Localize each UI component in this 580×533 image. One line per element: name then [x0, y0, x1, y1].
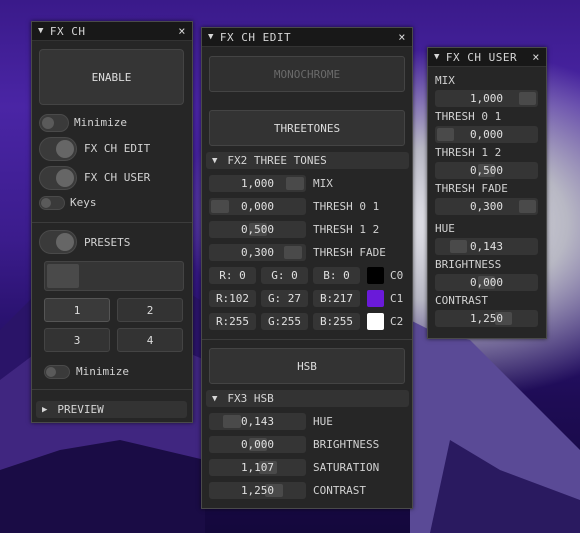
hue-slider[interactable]: 0,143 — [435, 238, 538, 255]
enable-button[interactable]: ENABLE — [39, 49, 184, 105]
close-icon[interactable]: × — [178, 24, 186, 38]
hsb-button[interactable]: HSB — [209, 348, 405, 384]
minimize-label: Minimize — [74, 116, 127, 129]
thresh-01-label: THRESH 0 1 — [313, 200, 380, 213]
thresh-12-label: THRESH 1 2 — [313, 223, 380, 236]
fx2-section-header[interactable]: ▼ FX2 THREE TONES — [206, 152, 409, 169]
window-title: FX CH USER — [445, 50, 518, 64]
c1-blue-field[interactable]: B:217 — [313, 290, 360, 307]
thresh-12-slider[interactable]: 0,500 — [435, 162, 538, 179]
c1-red-field[interactable]: R:102 — [209, 290, 256, 307]
c2-green-field[interactable]: G:255 — [261, 313, 308, 330]
presets-label: PRESETS — [84, 236, 131, 249]
brightness-label: BRIGHTNESS — [313, 438, 380, 451]
c2-label: C2 — [390, 315, 404, 328]
minimize-label-2: Minimize — [76, 365, 129, 378]
collapse-arrow-icon[interactable]: ▼ — [38, 26, 44, 36]
thresh-12-label: THRESH 1 2 — [435, 146, 502, 159]
divider — [32, 389, 192, 390]
hue-label: HUE — [313, 415, 333, 428]
monochrome-button[interactable]: MONOCHROME — [209, 56, 405, 92]
contrast-label: CONTRAST — [313, 484, 366, 497]
thresh-fade-slider[interactable]: 0,300 — [209, 244, 306, 261]
divider — [202, 339, 412, 340]
c0-green-field[interactable]: G: 0 — [261, 267, 308, 284]
preview-section-header[interactable]: ▶ PREVIEW — [36, 401, 187, 418]
brightness-slider[interactable]: 0,000 — [209, 436, 306, 453]
presets-toggle[interactable] — [39, 230, 77, 254]
collapse-arrow-icon: ▼ — [212, 393, 218, 404]
fx-ch-edit-toggle[interactable] — [39, 137, 77, 161]
minimize-toggle-2[interactable] — [44, 365, 70, 379]
threetones-button[interactable]: THREETONES — [209, 110, 405, 146]
mix-slider[interactable]: 1,000 — [435, 90, 538, 107]
mix-label: MIX — [313, 177, 333, 190]
hue-slider[interactable]: 0,143 — [209, 413, 306, 430]
fx-ch-edit-label: FX CH EDIT — [84, 142, 151, 155]
thresh-01-slider[interactable]: 0,000 — [209, 198, 306, 215]
preset-button-3[interactable]: 3 — [44, 328, 110, 352]
mix-slider[interactable]: 1,000 — [209, 175, 306, 192]
section-label: FX2 THREE TONES — [227, 154, 327, 167]
section-label: FX3 HSB — [227, 392, 274, 405]
preset-button-4[interactable]: 4 — [117, 328, 183, 352]
minimize-toggle[interactable] — [39, 114, 69, 132]
thresh-12-slider[interactable]: 0,500 — [209, 221, 306, 238]
divider — [32, 222, 192, 223]
fx3-section-header[interactable]: ▼ FX3 HSB — [206, 390, 409, 407]
contrast-slider[interactable]: 1,250 — [435, 310, 538, 327]
expand-arrow-icon: ▶ — [42, 404, 48, 415]
c0-blue-field[interactable]: B: 0 — [313, 267, 360, 284]
saturation-label: SATURATION — [313, 461, 380, 474]
fx-ch-user-titlebar[interactable]: ▼ FX CH USER × — [428, 48, 546, 67]
hue-label: HUE — [435, 222, 455, 235]
preset-slider[interactable] — [44, 261, 184, 291]
keys-toggle[interactable] — [39, 196, 65, 210]
saturation-slider[interactable]: 1,107 — [209, 459, 306, 476]
thresh-fade-label: THRESH FADE — [435, 182, 508, 195]
collapse-arrow-icon: ▼ — [212, 155, 218, 166]
close-icon[interactable]: × — [532, 50, 540, 64]
fx-ch-user-label: FX CH USER — [84, 171, 151, 184]
contrast-slider[interactable]: 1,250 — [209, 482, 306, 499]
fx-ch-user-toggle[interactable] — [39, 166, 77, 190]
c1-color-swatch[interactable] — [367, 290, 384, 307]
preview-label: PREVIEW — [57, 403, 104, 416]
c1-label: C1 — [390, 292, 404, 305]
fx-ch-edit-titlebar[interactable]: ▼ FX CH EDIT × — [202, 28, 412, 47]
contrast-label: CONTRAST — [435, 294, 488, 307]
thresh-fade-slider[interactable]: 0,300 — [435, 198, 538, 215]
c2-blue-field[interactable]: B:255 — [313, 313, 360, 330]
window-title: FX CH — [49, 24, 86, 38]
preset-button-1[interactable]: 1 — [44, 298, 110, 322]
fx-ch-user-window: ▼ FX CH USER × MIX 1,000 THRESH 0 1 0,00… — [427, 47, 547, 339]
brightness-slider[interactable]: 0,000 — [435, 274, 538, 291]
keys-label: Keys — [70, 196, 97, 209]
preset-button-2[interactable]: 2 — [117, 298, 183, 322]
c2-red-field[interactable]: R:255 — [209, 313, 256, 330]
collapse-arrow-icon[interactable]: ▼ — [434, 52, 440, 62]
c0-label: C0 — [390, 269, 404, 282]
close-icon[interactable]: × — [398, 30, 406, 44]
brightness-label: BRIGHTNESS — [435, 258, 502, 271]
fx-ch-titlebar[interactable]: ▼ FX CH × — [32, 22, 192, 41]
thresh-fade-label: THRESH FADE — [313, 246, 386, 259]
c0-color-swatch[interactable] — [367, 267, 384, 284]
c2-color-swatch[interactable] — [367, 313, 384, 330]
thresh-01-label: THRESH 0 1 — [435, 110, 502, 123]
fx-ch-edit-window: ▼ FX CH EDIT × MONOCHROME THREETONES ▼ F… — [201, 27, 413, 509]
thresh-01-slider[interactable]: 0,000 — [435, 126, 538, 143]
fx-ch-window: ▼ FX CH × ENABLE Minimize FX CH EDIT FX … — [31, 21, 193, 423]
mix-label: MIX — [435, 74, 455, 87]
window-title: FX CH EDIT — [219, 30, 292, 44]
c0-red-field[interactable]: R: 0 — [209, 267, 256, 284]
c1-green-field[interactable]: G: 27 — [261, 290, 308, 307]
collapse-arrow-icon[interactable]: ▼ — [208, 32, 214, 42]
